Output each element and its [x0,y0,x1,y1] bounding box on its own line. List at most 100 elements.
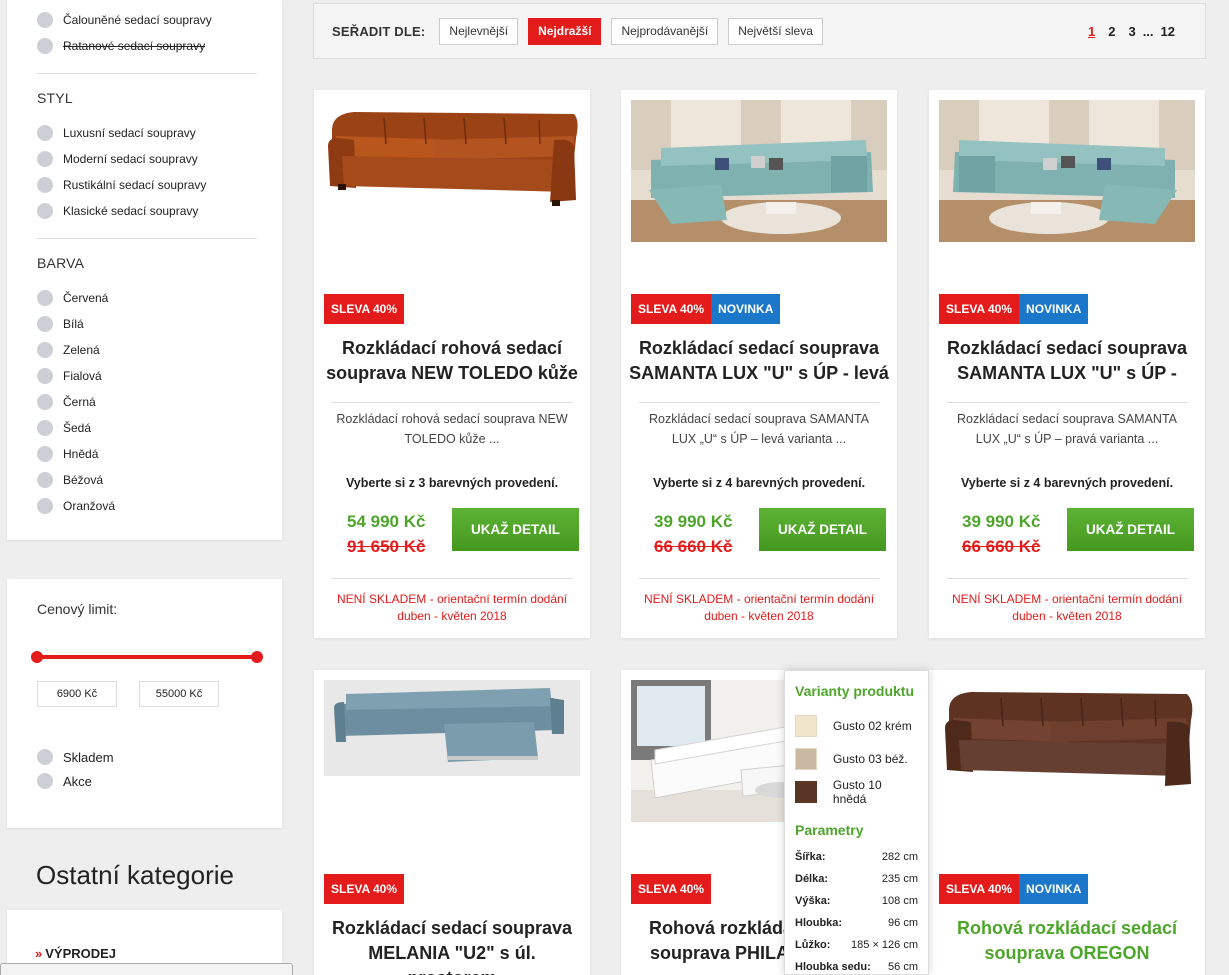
product-card[interactable]: SLEVA 40% NOVINKA Rozkládací sedací soup… [929,90,1205,638]
filter-item[interactable]: Rustikální sedací soupravy [37,172,257,198]
product-card[interactable]: SLEVA 40% Rozkládací sedací souprava MEL… [314,670,590,975]
filter-item-sale[interactable]: Akce [37,769,257,793]
filter-item[interactable]: Čalouněné sedací soupravy [37,7,257,33]
filter-item-in-stock[interactable]: Skladem [37,745,257,769]
checkbox[interactable] [37,342,53,358]
filter-item[interactable]: Bílá [37,311,257,337]
filter-panel: Čalouněné sedací soupravy Ratanové sedac… [7,0,282,540]
checkbox[interactable] [37,12,53,28]
filter-item[interactable]: Zelená [37,337,257,363]
stock-wrap: NENÍ SKLADEM - orientační termín dodání … [332,578,572,625]
sort-label: SEŘADIT DLE: [332,23,426,39]
variant-option[interactable]: Gusto 02 krém [795,709,918,742]
stock-wrap: NENÍ SKLADEM - orientační termín dodání … [639,578,879,625]
checkbox[interactable] [37,151,53,167]
page-link-last[interactable]: 12 [1161,24,1175,39]
checkbox[interactable] [37,316,53,332]
checkbox[interactable] [37,38,53,54]
horizontal-scrollbar[interactable] [0,963,293,975]
filter-item[interactable]: Béžová [37,467,257,493]
checkbox[interactable] [37,368,53,384]
price-max-input[interactable] [139,681,219,707]
filter-item[interactable]: Luxusní sedací soupravy [37,120,257,146]
product-image[interactable] [324,100,580,242]
price-slider-min-handle[interactable] [31,651,43,663]
filter-item[interactable]: Fialová [37,363,257,389]
param-row: Výška: 108 cm [795,890,918,912]
checkbox[interactable] [37,498,53,514]
variants-title: Varianty produktu [795,683,915,699]
show-detail-button[interactable]: UKAŽ DETAIL [452,508,579,551]
pagination-ellipsis: ... [1142,23,1154,39]
show-detail-button[interactable]: UKAŽ DETAIL [759,508,886,551]
product-card[interactable]: SLEVA 40% NOVINKA Rozkládací sedací soup… [621,90,897,638]
price-min-input[interactable] [37,681,117,707]
sort-most-expensive-button[interactable]: Nejdražší [528,17,602,45]
product-card[interactable]: SLEVA 40% Rozkládací rohová sedací soupr… [314,90,590,638]
checkbox[interactable] [37,394,53,410]
checkbox[interactable] [37,125,53,141]
checkbox[interactable] [37,290,53,306]
price-old: 66 660 Kč [962,537,1041,556]
checkbox[interactable] [37,420,53,436]
color-swatch[interactable] [795,780,817,803]
checkbox[interactable] [37,177,53,193]
sale-badge: SLEVA 40% [939,294,1020,324]
variant-option[interactable]: Gusto 03 béž. [795,742,918,775]
badge-group: SLEVA 40% [324,294,405,324]
checkbox[interactable] [37,472,53,488]
price-slider[interactable] [31,647,263,667]
sort-biggest-discount-button[interactable]: Největší sleva [728,17,823,45]
page-link[interactable]: 3 [1128,24,1135,39]
page-link-current[interactable]: 1 [1088,24,1095,39]
price-slider-track [37,655,257,659]
filter-item[interactable]: Moderní sedací soupravy [37,146,257,172]
variant-option[interactable]: Gusto 10 hnědá [795,775,918,808]
color-swatch[interactable] [795,714,817,737]
product-title[interactable]: Rozkládací sedací souprava SAMANTA LUX "… [629,336,889,386]
product-description-wrap: Rozkládací sedací souprava SAMANTA LUX „… [639,402,879,454]
product-image[interactable] [631,100,887,242]
checkbox[interactable] [37,749,53,765]
price-slider-max-handle[interactable] [251,651,263,663]
product-title[interactable]: Rozkládací sedací souprava SAMANTA LUX "… [937,336,1197,386]
product-description: Rozkládací sedací souprava SAMANTA LUX „… [648,412,869,446]
param-value: 185 × 126 cm [851,939,918,951]
param-key: Lůžko: [795,939,831,951]
product-image[interactable] [939,680,1195,822]
product-title[interactable]: Rozkládací rohová sedací souprava NEW TO… [322,336,582,386]
filter-group-color: BARVA Červená Bílá Zelená Fialová Černá … [37,255,257,533]
filter-item[interactable]: Černá [37,389,257,415]
product-card[interactable]: SLEVA 40% NOVINKA Rohová rozkládací seda… [929,670,1205,975]
checkbox[interactable] [37,446,53,462]
filter-label: Skladem [63,749,114,765]
sort-cheapest-button[interactable]: Nejlevnější [439,17,519,45]
color-swatch[interactable] [795,747,817,770]
show-detail-button[interactable]: UKAŽ DETAIL [1067,508,1194,551]
filter-label: Béžová [63,473,104,487]
product-title[interactable]: Rohová rozkládací sedací souprava OREGON [937,916,1197,966]
filter-item[interactable]: Klasické sedací soupravy [37,198,257,224]
filter-item[interactable]: Hnědá [37,441,257,467]
category-link-sale[interactable]: » VÝPRODEJ [35,946,282,961]
product-image[interactable] [324,680,580,776]
checkbox[interactable] [37,203,53,219]
filter-item[interactable]: Oranžová [37,493,257,519]
price-current: 54 990 Kč [347,512,426,531]
product-title[interactable]: Rozkládací sedací souprava MELANIA "U2" … [322,916,582,975]
badge-group: SLEVA 40% [631,874,712,904]
filter-item[interactable]: Ratanové sedací soupravy [37,33,257,59]
checkbox[interactable] [37,773,53,789]
page-link[interactable]: 2 [1108,24,1115,39]
product-image[interactable] [939,100,1195,242]
filter-item[interactable]: Červená [37,285,257,311]
filter-label: Akce [63,773,92,789]
param-key: Hloubka: [795,917,843,929]
sort-bestselling-button[interactable]: Nejprodávanější [611,17,719,45]
product-description-wrap: Rozkládací sedací souprava SAMANTA LUX „… [947,402,1187,454]
param-value: 108 cm [881,895,918,907]
category-link-label: VÝPRODEJ [45,946,117,961]
new-badge: NOVINKA [1019,294,1089,324]
filter-item[interactable]: Šedá [37,415,257,441]
param-row: Hloubka sedu: 56 cm [795,956,918,974]
